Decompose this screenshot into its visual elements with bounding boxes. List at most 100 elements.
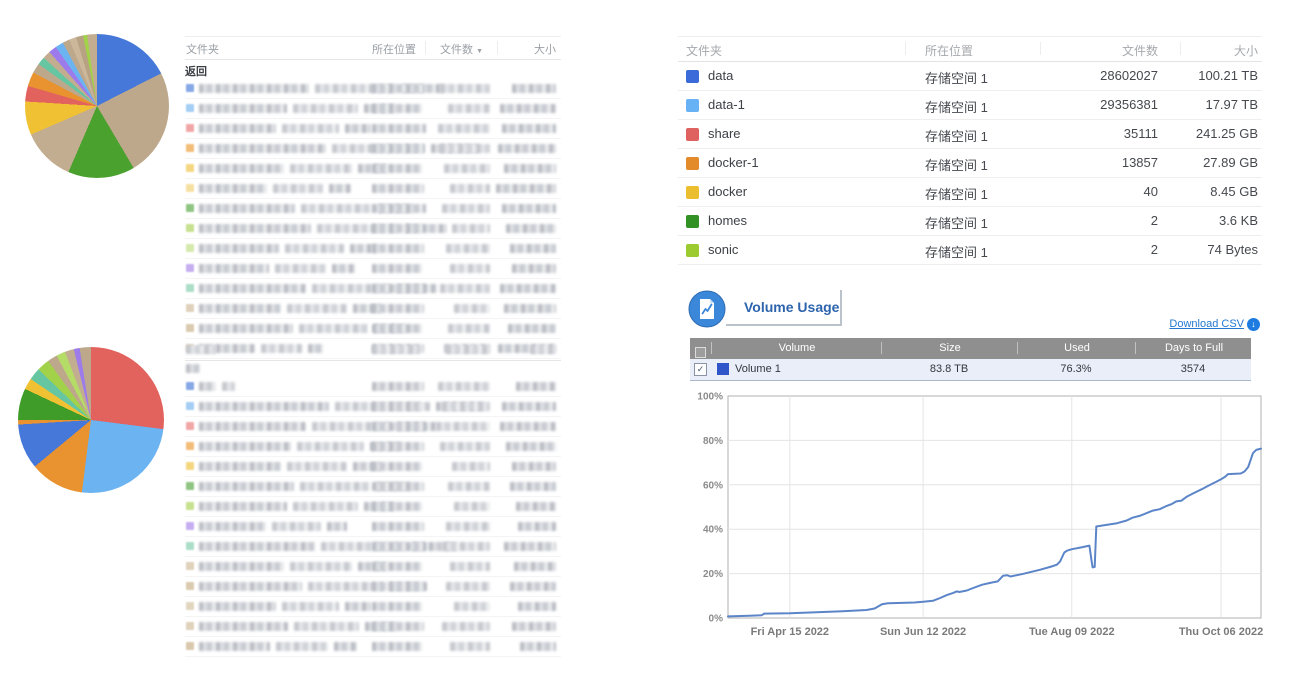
redacted-text xyxy=(372,582,424,591)
folder-color-chip xyxy=(686,128,699,141)
folder-row-blurred[interactable] xyxy=(185,319,561,339)
redacted-text xyxy=(345,124,371,133)
redacted-text xyxy=(502,402,556,411)
folder-location: 存储空间 1 xyxy=(925,68,988,87)
folder-color-chip xyxy=(186,562,194,570)
folder-row-blurred[interactable] xyxy=(185,397,561,417)
redacted-text xyxy=(510,482,556,491)
redacted-text xyxy=(332,264,355,273)
folder-row-blurred[interactable] xyxy=(185,299,561,319)
back-link-blurred[interactable] xyxy=(185,361,561,377)
redacted-text xyxy=(502,124,556,133)
folder-size-pie-chart-top xyxy=(25,34,169,178)
folder-row-blurred[interactable] xyxy=(185,119,561,139)
column-header-location[interactable]: 所在位置 xyxy=(372,41,416,57)
svg-text:20%: 20% xyxy=(703,569,723,580)
svg-text:0%: 0% xyxy=(709,614,724,625)
folder-color-chip xyxy=(186,184,194,192)
volume-table-header: Volume Size Used Days to Full xyxy=(690,338,1251,359)
folder-name: data-1 xyxy=(708,97,745,112)
folder-row-blurred[interactable] xyxy=(185,179,561,199)
folder-row[interactable]: homes存储空间 123.6 KB xyxy=(678,207,1262,236)
volume-row[interactable]: ✓ Volume 1 83.8 TB 76.3% 3574 xyxy=(690,359,1251,381)
folder-row-blurred[interactable] xyxy=(185,617,561,637)
folder-color-chip xyxy=(186,164,194,172)
folder-row[interactable]: share存储空间 135111241.25 GB xyxy=(678,120,1262,149)
folder-color-chip xyxy=(186,502,194,510)
folder-row-blurred[interactable] xyxy=(185,279,561,299)
folder-location: 存储空间 1 xyxy=(925,184,988,203)
folder-row-blurred[interactable] xyxy=(185,477,561,497)
storage-analyzer-report: { "left_top_table": { "headers": {"folde… xyxy=(0,0,1300,686)
folder-size: 241.25 GB xyxy=(1138,126,1258,141)
select-all-checkbox[interactable] xyxy=(695,347,706,358)
redacted-text xyxy=(222,382,235,391)
folder-row-blurred[interactable] xyxy=(185,597,561,617)
svg-text:Fri Apr 15 2022: Fri Apr 15 2022 xyxy=(751,626,829,638)
folder-row-blurred[interactable] xyxy=(185,517,561,537)
folder-row-blurred[interactable] xyxy=(185,199,561,219)
folder-row-blurred[interactable] xyxy=(185,99,561,119)
folder-row-blurred[interactable] xyxy=(185,219,561,239)
folder-row-blurred[interactable] xyxy=(185,497,561,517)
folder-color-chip xyxy=(186,104,194,112)
redacted-text xyxy=(199,542,315,551)
redacted-text xyxy=(372,144,424,153)
column-header-folder[interactable]: 文件夹 xyxy=(686,42,722,59)
redacted-text xyxy=(502,204,556,213)
folder-row-blurred[interactable] xyxy=(185,259,561,279)
folder-color-chip xyxy=(186,382,194,390)
redacted-text xyxy=(442,542,490,551)
folder-size: 100.21 TB xyxy=(1138,68,1258,83)
redacted-text xyxy=(446,522,490,531)
folder-row-blurred[interactable] xyxy=(185,577,561,597)
folder-row-blurred[interactable] xyxy=(185,457,561,477)
folder-row[interactable]: data-1存储空间 12935638117.97 TB xyxy=(678,91,1262,120)
column-header-location[interactable]: 所在位置 xyxy=(925,42,973,59)
redacted-text xyxy=(372,264,422,273)
folder-row-blurred[interactable] xyxy=(185,537,561,557)
folder-row-blurred[interactable] xyxy=(185,637,561,657)
svg-text:100%: 100% xyxy=(697,392,723,403)
redacted-text xyxy=(440,144,490,153)
folder-row-blurred[interactable] xyxy=(185,437,561,457)
folder-row-blurred[interactable] xyxy=(185,417,561,437)
folder-color-chip xyxy=(186,402,194,410)
folder-row-blurred[interactable] xyxy=(185,139,561,159)
redacted-text xyxy=(506,224,556,233)
folder-row-blurred[interactable] xyxy=(185,377,561,397)
svg-text:80%: 80% xyxy=(703,436,723,447)
folder-color-chip xyxy=(186,582,194,590)
redacted-text xyxy=(512,84,556,93)
redacted-text xyxy=(372,502,422,511)
back-link[interactable]: 返回 xyxy=(185,60,561,79)
folder-color-chip xyxy=(186,224,194,232)
folder-row[interactable]: sonic存储空间 1274 Bytes xyxy=(678,236,1262,265)
download-icon[interactable]: ↓ xyxy=(1247,318,1260,331)
redacted-text xyxy=(442,402,490,411)
column-header-folder[interactable]: 文件夹 xyxy=(186,41,219,57)
folder-row-blurred[interactable] xyxy=(185,79,561,99)
folder-row[interactable]: docker-1存储空间 11385727.89 GB xyxy=(678,149,1262,178)
folder-row-blurred[interactable] xyxy=(185,557,561,577)
folder-color-chip xyxy=(186,482,194,490)
volume-checkbox[interactable]: ✓ xyxy=(694,363,707,376)
folder-row[interactable]: data存储空间 128602027100.21 TB xyxy=(678,62,1262,91)
redacted-text xyxy=(372,204,426,213)
redacted-text xyxy=(372,422,426,431)
redacted-text xyxy=(372,442,424,451)
column-header-files[interactable]: 文件数 ▼ xyxy=(440,41,483,57)
column-header-size[interactable]: 大小 xyxy=(1168,42,1258,59)
folder-location: 存储空间 1 xyxy=(925,213,988,232)
folder-color-chip xyxy=(186,522,194,530)
volume-usage-report-icon xyxy=(688,290,726,328)
redacted-text xyxy=(372,284,426,293)
column-header-files[interactable]: 文件数 xyxy=(1068,42,1158,59)
column-header-size[interactable]: 大小 xyxy=(534,41,556,57)
download-csv-link[interactable]: Download CSV xyxy=(1148,318,1244,330)
folder-row-blurred[interactable] xyxy=(185,239,561,259)
redacted-text xyxy=(440,84,490,93)
folder-row-blurred[interactable] xyxy=(185,159,561,179)
folder-color-chip xyxy=(186,442,194,450)
folder-row[interactable]: docker存储空间 1408.45 GB xyxy=(678,178,1262,207)
